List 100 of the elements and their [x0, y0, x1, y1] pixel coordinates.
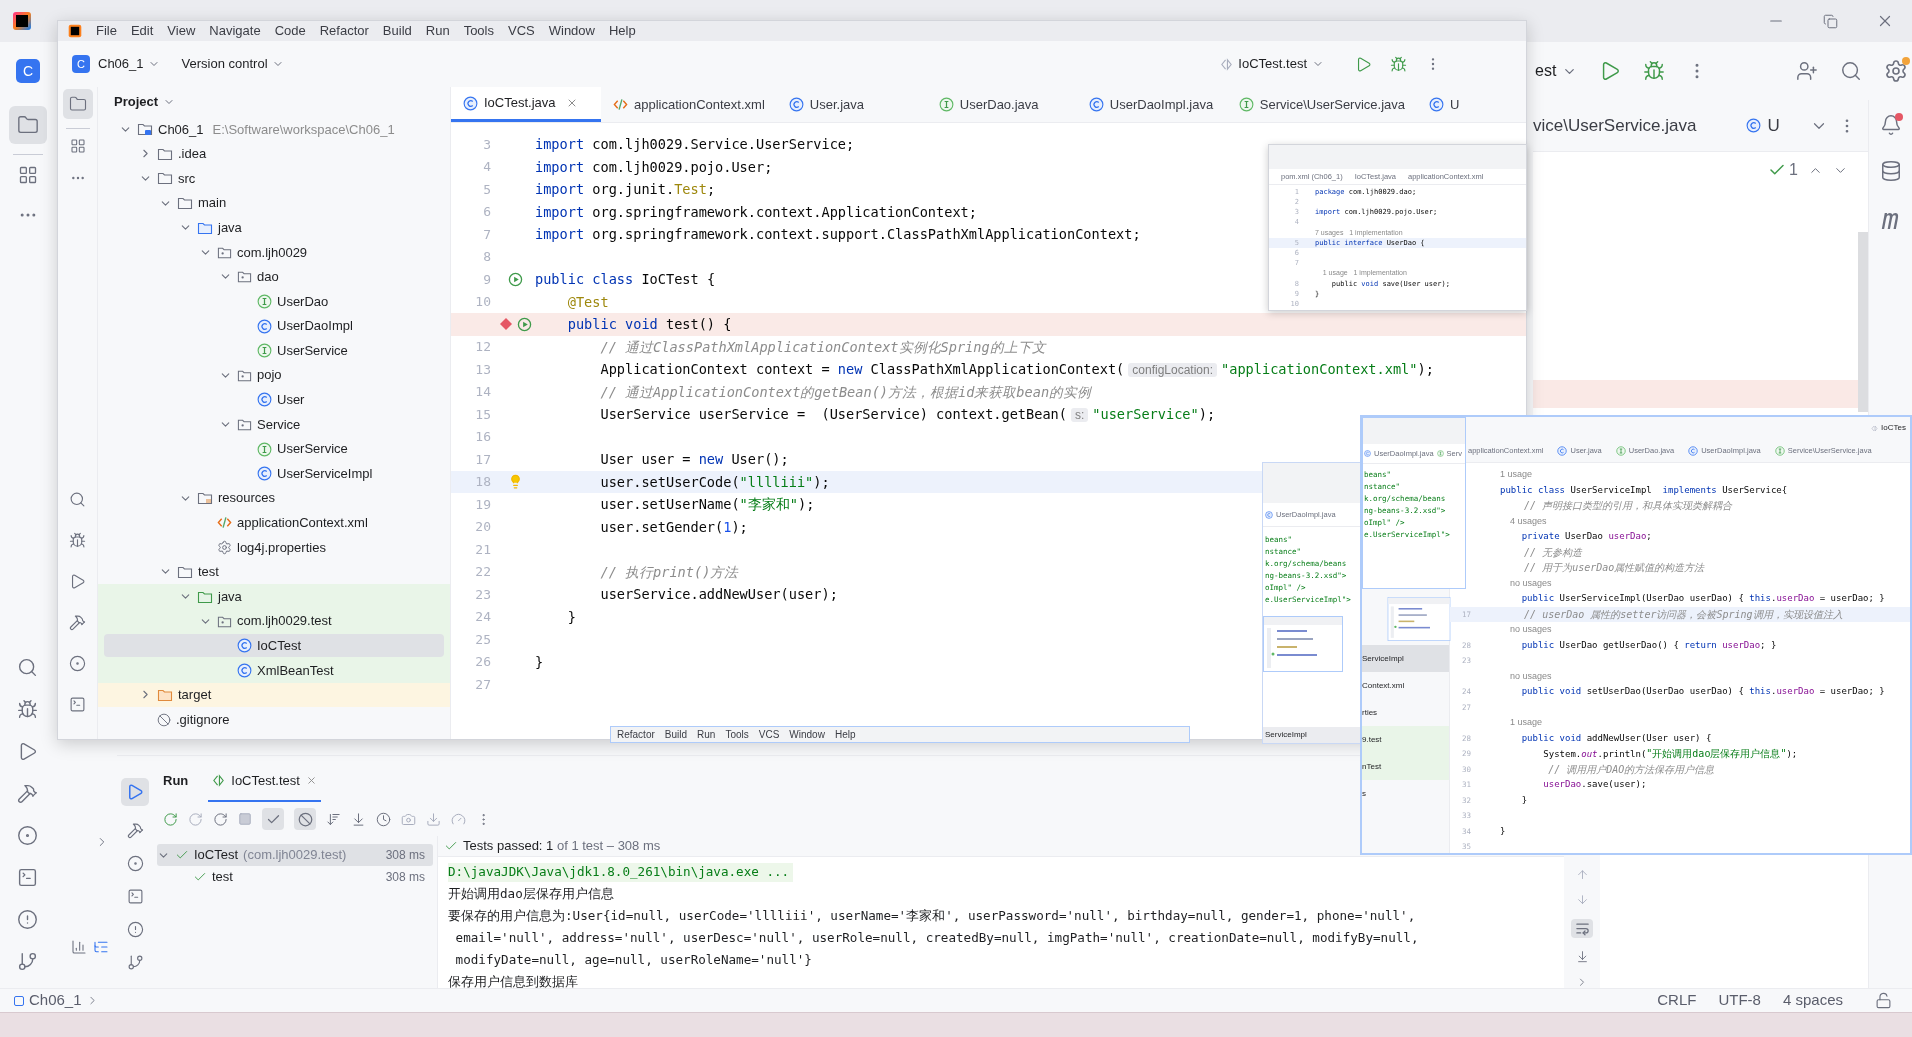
show-passed-toggle[interactable] — [262, 808, 284, 830]
run-icon[interactable] — [69, 573, 86, 590]
structure-icon[interactable] — [69, 138, 86, 154]
import-icon[interactable] — [351, 811, 366, 827]
chart-icon[interactable] — [71, 939, 87, 955]
menu-item[interactable]: File — [96, 21, 117, 41]
export-icon[interactable] — [426, 811, 441, 827]
services-icon[interactable] — [17, 825, 38, 846]
tree-item[interactable]: com.ljh0029 — [104, 240, 444, 264]
run-config-selector[interactable]: est — [1535, 59, 1578, 83]
tree-item[interactable]: UserDao — [104, 289, 444, 313]
menu-item[interactable]: Refactor — [319, 21, 369, 41]
run-gutter-icon[interactable] — [516, 316, 532, 332]
tree-item[interactable]: java — [104, 216, 444, 240]
project-tool-button[interactable] — [62, 89, 93, 119]
breakpoint-icon[interactable] — [498, 317, 513, 332]
run-gutter-icon[interactable] — [507, 271, 523, 287]
list-icon[interactable] — [93, 939, 109, 955]
tree-item[interactable]: log4j.properties — [104, 535, 444, 559]
tree-item[interactable]: UserService — [104, 339, 444, 363]
panel-title[interactable]: Project — [114, 92, 176, 112]
menu-item[interactable]: Window — [548, 21, 595, 41]
status-item[interactable]: UTF-8 — [1718, 989, 1761, 1012]
test-tree-item[interactable]: test 308 ms — [157, 866, 433, 888]
menu-item[interactable]: Edit — [130, 21, 154, 41]
inspection-widget[interactable]: 1 — [1768, 158, 1798, 182]
terminal-icon[interactable] — [69, 696, 86, 713]
menu-item[interactable]: View — [167, 21, 196, 41]
menu-item[interactable]: VCS — [508, 21, 535, 41]
editor-tab[interactable]: UserDaoImpl.java — [1076, 87, 1227, 122]
debug-icon[interactable] — [17, 699, 38, 720]
search-icon[interactable] — [1840, 60, 1862, 82]
show-ignored-toggle[interactable] — [294, 808, 316, 830]
project-tool-button[interactable] — [8, 106, 47, 144]
project-selector[interactable]: Ch06_1 — [98, 54, 160, 74]
editor-tab[interactable]: IoCTest.java — [451, 87, 601, 122]
project-badge[interactable]: C — [72, 55, 90, 73]
problems-icon[interactable] — [126, 921, 144, 938]
tree-item[interactable]: Service — [104, 412, 444, 436]
debug-icon[interactable] — [1390, 55, 1407, 73]
menu-item[interactable]: Navigate — [209, 21, 261, 41]
menu-item[interactable]: Code — [274, 21, 306, 41]
tree-item[interactable]: pojo — [104, 363, 444, 387]
lock-icon[interactable] — [1875, 992, 1892, 1009]
tree-item[interactable]: src — [104, 167, 444, 190]
editor-tab[interactable]: User.java — [776, 87, 927, 122]
toggle-auto-test-icon[interactable] — [213, 811, 228, 827]
status-item[interactable]: 4 spaces — [1782, 989, 1843, 1012]
build-icon[interactable] — [17, 783, 38, 804]
project-badge[interactable]: C — [16, 59, 40, 83]
sort-icon[interactable] — [326, 811, 341, 827]
debug-icon[interactable] — [1643, 60, 1666, 82]
settings-icon[interactable] — [1884, 59, 1908, 83]
editor-tab[interactable]: U — [1417, 87, 1472, 122]
menu-item[interactable]: Build — [382, 21, 412, 41]
menu-item[interactable]: Tools — [463, 21, 494, 41]
services-icon[interactable] — [69, 655, 86, 672]
tree-item[interactable]: UserService — [104, 437, 444, 461]
database-icon[interactable] — [1879, 160, 1902, 182]
notifications-icon[interactable] — [1879, 114, 1902, 136]
debug-icon[interactable] — [69, 532, 86, 549]
soft-wrap-toggle[interactable] — [1571, 918, 1593, 939]
tree-item[interactable]: applicationContext.xml — [104, 511, 444, 535]
editor-tab[interactable]: UserDao.java — [926, 87, 1077, 122]
app-logo-icon[interactable] — [12, 11, 32, 31]
status-item[interactable]: CRLF — [1657, 989, 1697, 1012]
maven-tool-button[interactable]: m — [1882, 206, 1899, 234]
services-icon[interactable] — [126, 855, 144, 872]
run-tool-button[interactable] — [121, 778, 149, 806]
history-icon[interactable] — [376, 811, 391, 827]
terminal-icon[interactable] — [17, 867, 38, 888]
problems-icon[interactable] — [17, 909, 38, 930]
tree-item[interactable]: User — [104, 388, 444, 412]
tree-item[interactable]: main — [104, 191, 444, 215]
editor-tab[interactable]: Service\UserService.java — [1226, 87, 1417, 122]
editor-tab[interactable]: vice\UserService.java — [1533, 100, 1697, 151]
app-logo-icon[interactable] — [68, 24, 82, 38]
structure-icon[interactable] — [17, 165, 38, 185]
menu-item[interactable]: Help — [608, 21, 636, 41]
menu-item[interactable]: Run — [425, 21, 450, 41]
breadcrumb-item[interactable]: Ch06_1 — [14, 989, 82, 1012]
tree-item[interactable]: UserServiceImpl — [104, 462, 444, 486]
tree-item[interactable]: dao — [104, 265, 444, 289]
tree-item[interactable]: .idea — [104, 142, 444, 166]
git-icon[interactable] — [17, 951, 38, 972]
run-tab[interactable]: IoCTest.test — [208, 770, 321, 802]
tree-item[interactable]: Ch06_1 E:\Software\workspace\Ch06_1 — [104, 117, 444, 141]
camera-icon[interactable] — [401, 811, 416, 827]
restore-icon[interactable] — [1823, 13, 1838, 29]
close-tab-icon[interactable] — [305, 774, 317, 786]
coverage-icon[interactable] — [451, 811, 466, 827]
tree-item[interactable]: UserDaoImpl — [104, 314, 444, 338]
add-user-icon[interactable] — [1796, 60, 1818, 82]
build-icon[interactable] — [69, 614, 86, 631]
tree-item[interactable]: .gitignore — [104, 708, 444, 732]
terminal-icon[interactable] — [126, 888, 144, 905]
scrollbar[interactable] — [1858, 232, 1868, 412]
tree-item[interactable]: resources — [104, 486, 444, 510]
search-icon[interactable] — [69, 491, 86, 508]
test-tree-item[interactable]: IoCTest (com.ljh0029.test) 308 ms — [157, 844, 433, 866]
